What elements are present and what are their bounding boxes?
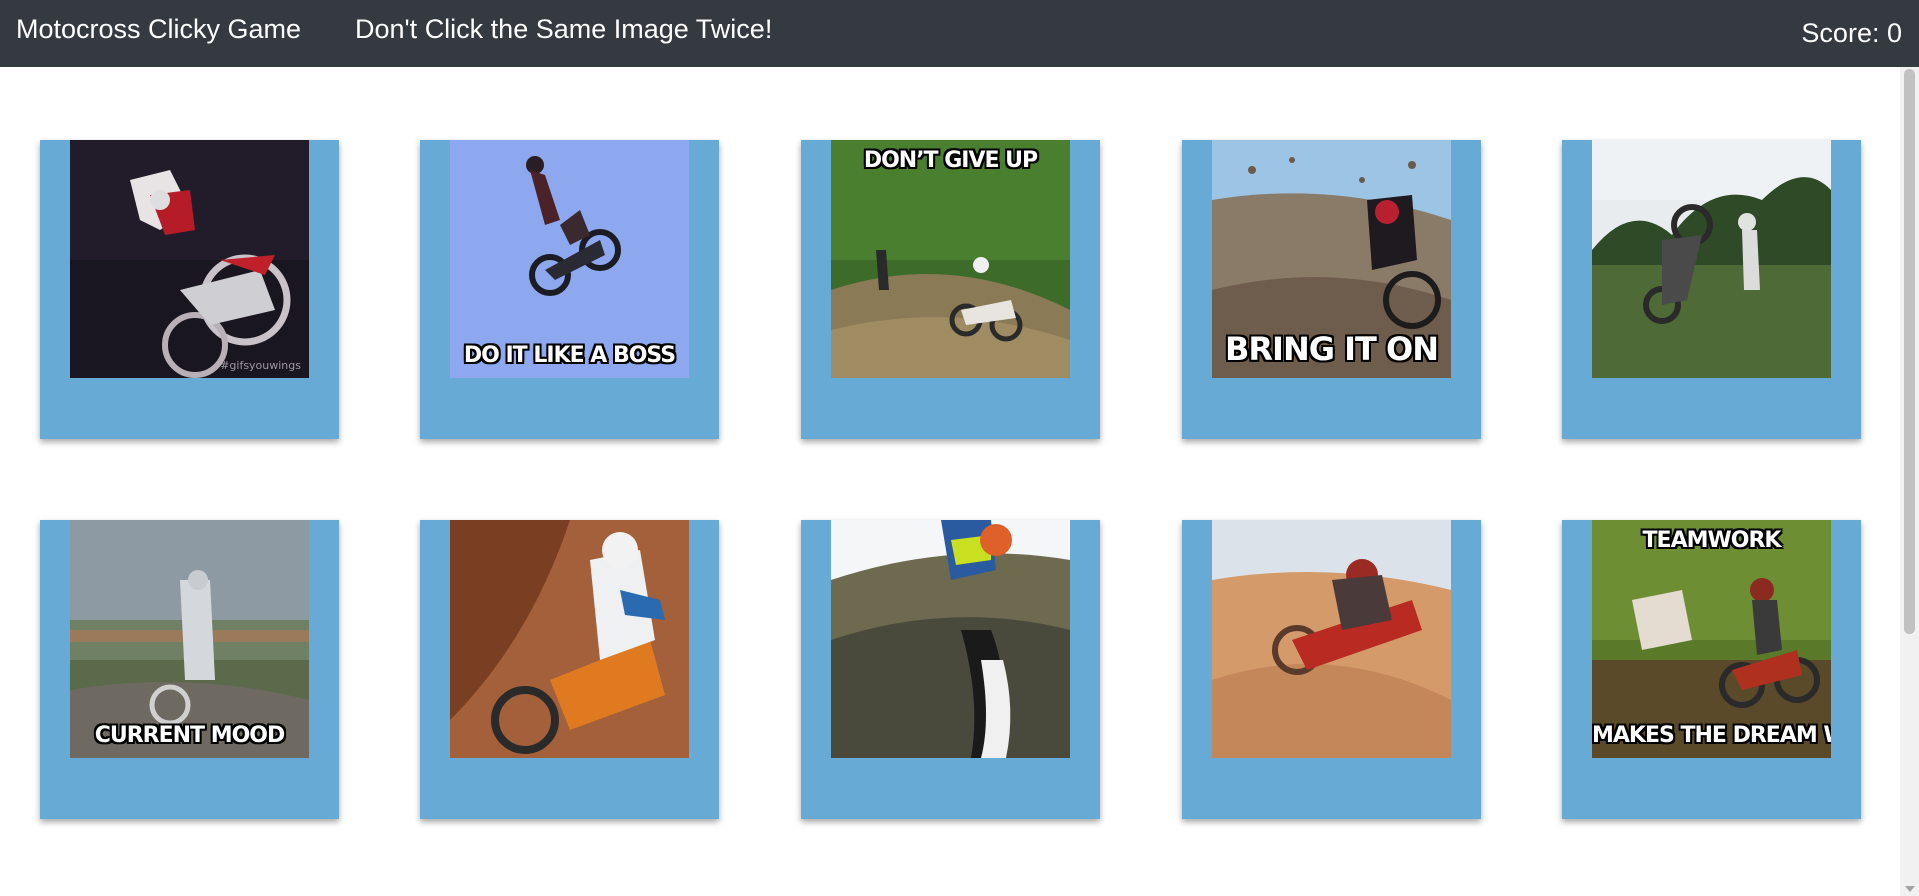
motocross-roost-image: BRING IT ON — [1212, 140, 1451, 378]
image-grid: #gifsyouwings DO IT LIKE A BOSS DON’T GI… — [0, 67, 1900, 896]
motocross-flip-image — [831, 520, 1070, 758]
motocross-dune-image — [1212, 520, 1451, 758]
motocross-crash-image — [1592, 140, 1831, 378]
card-dune-crash[interactable] — [1182, 520, 1481, 819]
scroll-down-arrow-icon[interactable] — [1905, 886, 1915, 892]
caption-top: TEAMWORK — [1642, 528, 1782, 553]
card-bring-it-on[interactable]: BRING IT ON — [1182, 140, 1481, 439]
game-instructions: Don't Click the Same Image Twice! — [355, 14, 773, 44]
caption-bottom: DO IT LIKE A BOSS — [463, 343, 676, 368]
watermark-text: #gifsyouwings — [220, 359, 301, 372]
card-current-mood[interactable]: CURRENT MOOD — [40, 520, 339, 819]
caption-bottom: CURRENT MOOD — [94, 723, 286, 748]
score-display: Score: 0 — [1801, 18, 1902, 49]
card-sand-rider[interactable] — [420, 520, 719, 819]
scrollbar-thumb[interactable] — [1904, 69, 1915, 634]
motocross-teamwork-image: TEAMWORK MAKES THE DREAM WORK — [1592, 520, 1831, 758]
navbar: Motocross Clicky Game Don't Click the Sa… — [0, 0, 1919, 67]
caption-bottom: MAKES THE DREAM WORK — [1592, 723, 1831, 748]
card-teamwork[interactable]: TEAMWORK MAKES THE DREAM WORK — [1562, 520, 1861, 819]
motocross-sand-image — [450, 520, 689, 758]
score-value: 0 — [1886, 18, 1902, 48]
game-title[interactable]: Motocross Clicky Game — [16, 14, 301, 45]
card-dont-give-up[interactable]: DON’T GIVE UP — [801, 140, 1100, 439]
card-field-crash[interactable] — [1562, 140, 1861, 439]
card-flip-fail[interactable] — [801, 520, 1100, 819]
caption-top: DON’T GIVE UP — [863, 148, 1038, 173]
score-label: Score: — [1801, 18, 1887, 48]
page-scrollbar[interactable] — [1900, 67, 1919, 896]
motocross-mud-image: CURRENT MOOD — [70, 520, 309, 758]
card-freestyle-night[interactable]: #gifsyouwings — [40, 140, 339, 439]
motocross-hill-image: DON’T GIVE UP — [831, 140, 1070, 378]
caption-bottom: BRING IT ON — [1225, 330, 1439, 368]
motocross-jump-image: DO IT LIKE A BOSS — [450, 140, 689, 378]
card-boss-jump[interactable]: DO IT LIKE A BOSS — [420, 140, 719, 439]
